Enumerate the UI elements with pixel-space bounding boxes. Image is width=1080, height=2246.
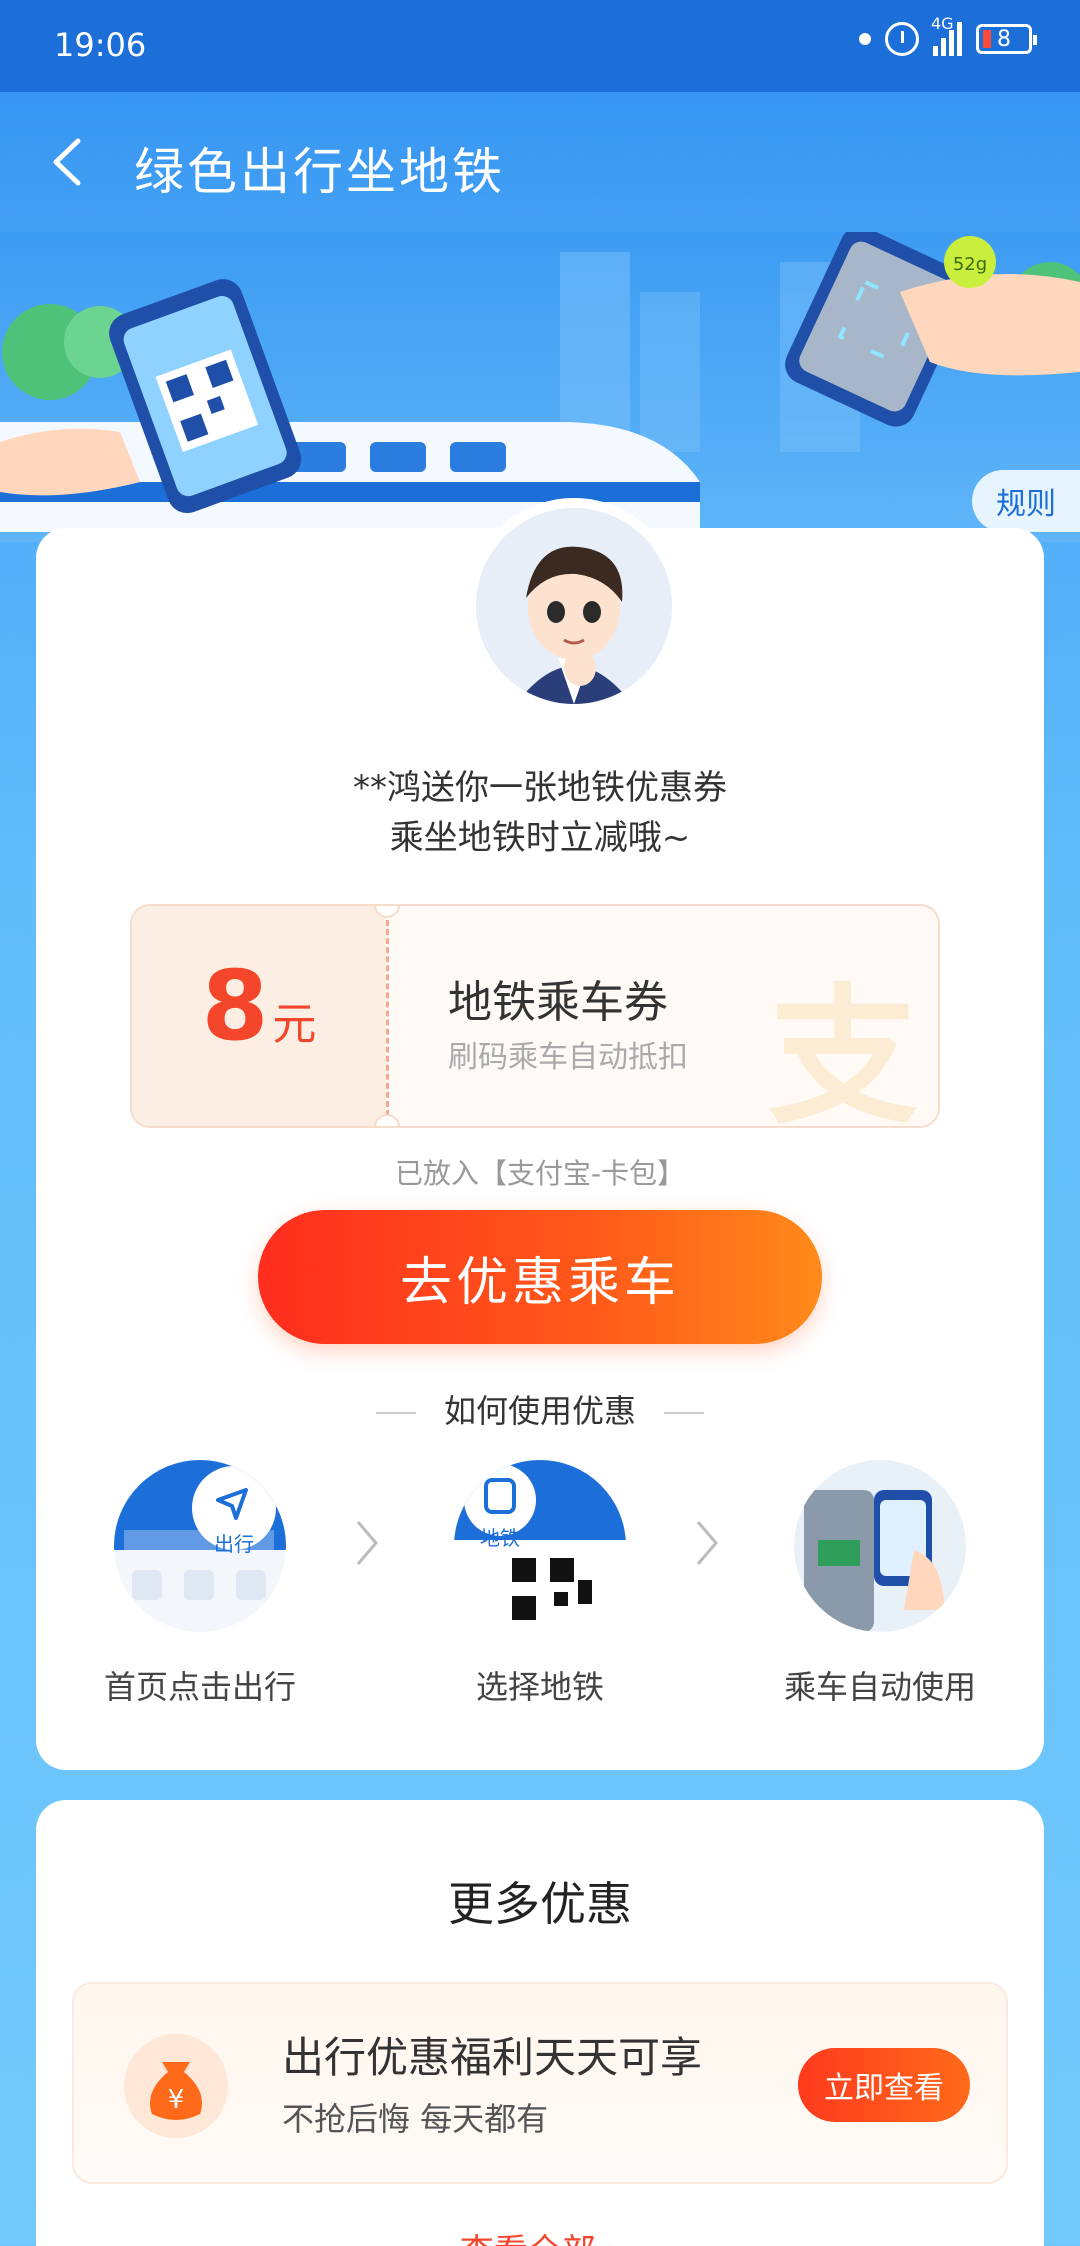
money-bag-icon: ¥ (124, 2034, 228, 2138)
step-auto-use: 乘车自动使用 (770, 1460, 990, 1708)
status-time: 19:06 (54, 26, 147, 64)
alarm-icon (885, 22, 919, 56)
chevron-right-icon (696, 1521, 718, 1565)
sender-avatar (466, 498, 682, 714)
coupon-unit: 元 (272, 999, 317, 1050)
step1-label: 首页点击出行 (103, 1668, 296, 1706)
promo-item[interactable]: ¥ 出行优惠福利天天可享 不抢后悔 每天都有 立即查看 (72, 1982, 1008, 2184)
howto-title: 如何使用优惠 (443, 1392, 636, 1430)
rules-button[interactable]: 规则 (972, 470, 1080, 532)
invite-line-1: **鸿送你一张地铁优惠券 (353, 768, 727, 808)
step3-label: 乘车自动使用 (783, 1668, 976, 1706)
coupon-value: 8 元 (132, 906, 386, 1126)
step-tap-travel: 出行 首页点击出行 (90, 1460, 310, 1708)
metro-banner-art: 52g (0, 232, 1080, 542)
wallet-note: 已放入【支付宝-卡包】 (394, 1157, 686, 1190)
step1-image: 出行 (114, 1460, 286, 1632)
money-glyph: ¥ (168, 2085, 185, 2115)
coupon-divider (386, 920, 389, 1116)
more-offers-card: 更多优惠 ¥ 出行优惠福利天天可享 不抢后悔 每天都有 立即查看 查看全部 › (36, 1800, 1044, 2246)
divider-right (664, 1412, 704, 1414)
battery-icon: 8 (976, 24, 1037, 54)
coupon-description: 刷码乘车自动抵扣 (448, 1040, 688, 1075)
network-type: 4G (931, 14, 954, 33)
promo-title: 出行优惠福利天天可享 (282, 2033, 703, 2082)
step2-image: 地铁 (454, 1460, 626, 1632)
step1-badge: 出行 (214, 1532, 254, 1556)
status-bar: 19:06 4G 8 (0, 0, 1080, 92)
battery-level: 8 (997, 26, 1011, 52)
banner-illustration: 52g (0, 232, 1080, 542)
step-choose-metro: 地铁 选择地铁 (430, 1460, 650, 1708)
alipay-watermark: 支 (767, 971, 918, 1128)
status-icons: 4G 8 (859, 14, 1037, 56)
view-now-button[interactable]: 立即查看 (798, 2048, 970, 2122)
chevron-right-icon (356, 1521, 378, 1565)
more-offers-title: 更多优惠 (448, 1877, 632, 1931)
page-title: 绿色出行坐地铁 (134, 143, 505, 201)
coupon-ticket[interactable]: 8 元 支 地铁乘车券 刷码乘车自动抵扣 (130, 904, 940, 1128)
coupon-notch-bottom (374, 1114, 400, 1126)
coupon-card: **鸿送你一张地铁优惠券 乘坐地铁时立减哦~ 8 元 支 地铁乘车券 刷码乘车自… (36, 498, 1044, 1770)
step2-label: 选择地铁 (475, 1668, 604, 1706)
bubble-text: 52g (953, 254, 987, 275)
promo-subtitle: 不抢后悔 每天都有 (282, 2100, 549, 2138)
step3-image (794, 1460, 966, 1632)
step2-badge: 地铁 (480, 1526, 520, 1550)
invite-line-2: 乘坐地铁时立减哦~ (389, 818, 691, 858)
coupon-name: 地铁乘车券 (448, 977, 668, 1028)
avatar (476, 508, 672, 704)
view-all-link[interactable]: 查看全部 › (36, 2224, 1044, 2246)
back-arrow-icon[interactable] (48, 137, 88, 187)
go-ride-button[interactable]: 去优惠乘车 (258, 1210, 822, 1344)
coupon-amount: 8 (201, 950, 269, 1062)
top-nav: 绿色出行坐地铁 (0, 92, 1080, 232)
signal-icon: 4G (931, 14, 962, 56)
notification-dot-icon (859, 33, 871, 45)
avatar-illustration (476, 508, 672, 704)
